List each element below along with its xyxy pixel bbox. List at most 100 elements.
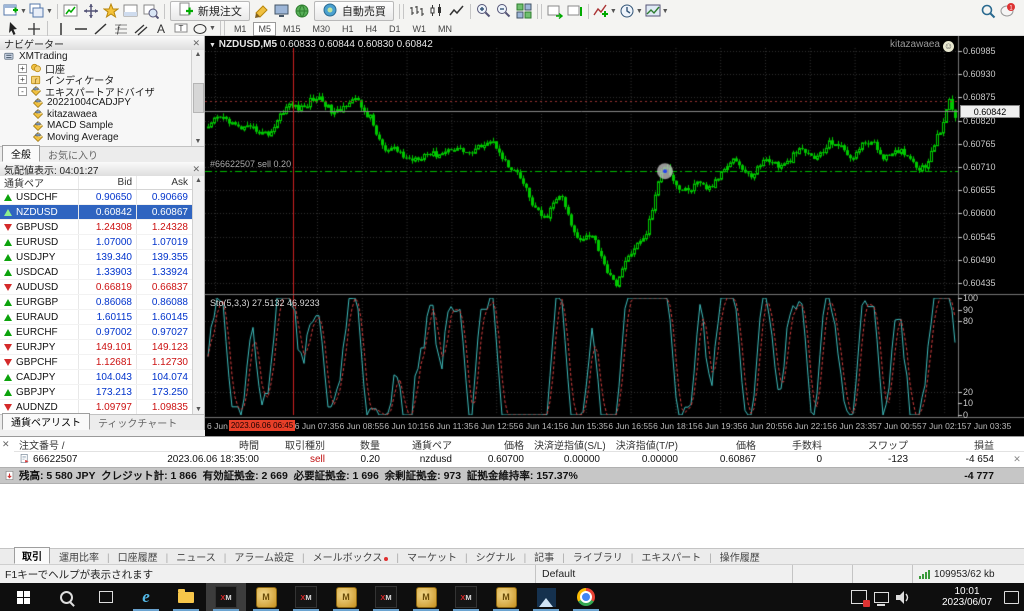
scroll-down-icon[interactable]: ▼ [195, 138, 202, 145]
collapse-icon[interactable]: - [18, 86, 27, 96]
symbol-row-usdchf[interactable]: USDCHF 0.90650 0.90669 [0, 190, 192, 205]
timeframe-m5[interactable]: M5 [253, 21, 276, 36]
navigator-icon[interactable] [102, 2, 120, 20]
cursor-icon[interactable] [5, 21, 23, 35]
symbol-row-eurusd[interactable]: EURUSD 1.07000 1.07019 [0, 235, 192, 250]
symbol-row-gbpchf[interactable]: GBPCHF 1.12681 1.12730 [0, 355, 192, 370]
line-chart-icon[interactable] [448, 2, 466, 20]
navigator-scrollbar[interactable]: ▲ ▼ [191, 50, 204, 146]
scroll-up-icon[interactable]: ▲ [195, 51, 202, 58]
indicators-icon[interactable]: ▼ [593, 2, 617, 20]
bar-chart-icon[interactable] [408, 2, 426, 20]
order-row[interactable]: 66622507 2023.06.06 18:35:00 sell 0.20 nzdus… [14, 452, 1024, 466]
timeframe-m30[interactable]: M30 [307, 22, 335, 36]
mt4-app-icon[interactable]: M [486, 583, 526, 611]
xm-app-icon[interactable]: XM [286, 583, 326, 611]
timeframe-h4[interactable]: H4 [361, 22, 383, 36]
timeframe-w1[interactable]: W1 [408, 22, 432, 36]
symbol-row-eurjpy[interactable]: EURJPY 149.101 149.123 [0, 340, 192, 355]
notifications-icon[interactable]: 1 [999, 2, 1017, 20]
expand-icon[interactable]: + [18, 63, 27, 73]
symbol-row-euraud[interactable]: EURAUD 1.60115 1.60145 [0, 310, 192, 325]
timeframe-mn[interactable]: MN [433, 22, 457, 36]
scroll-down-icon[interactable]: ▼ [195, 406, 202, 413]
market-watch-icon[interactable] [62, 2, 80, 20]
expand-icon[interactable]: + [18, 75, 27, 85]
zoom-out-icon[interactable] [495, 2, 513, 20]
terminal-icon[interactable] [122, 2, 140, 20]
chart-collapse-icon[interactable]: ▼ [209, 42, 216, 49]
zoom-in-icon[interactable] [475, 2, 493, 20]
tab-通貨ペアリスト[interactable]: 通貨ペアリスト [2, 413, 90, 430]
tab-全般[interactable]: 全般 [2, 145, 40, 162]
timeframe-m15[interactable]: M15 [278, 22, 306, 36]
symbol-row-eurchf[interactable]: EURCHF 0.97002 0.97027 [0, 325, 192, 340]
tray-volume-icon[interactable] [892, 583, 914, 611]
symbol-row-eurgbp[interactable]: EURGBP 0.86068 0.86088 [0, 295, 192, 310]
close-icon[interactable]: ✕ [192, 164, 200, 174]
tab-口座履歴[interactable]: 口座履歴 [111, 549, 165, 564]
timeframe-m1[interactable]: M1 [229, 22, 252, 36]
task-view-button[interactable] [86, 583, 126, 611]
price-chart[interactable] [205, 36, 1024, 436]
tab-アラーム設定[interactable]: アラーム設定 [227, 549, 301, 564]
community-icon[interactable] [293, 2, 311, 20]
close-position-icon[interactable]: ✕ [1010, 454, 1024, 465]
photos-app-icon[interactable] [526, 583, 566, 611]
tab-お気に入り[interactable]: お気に入り [40, 147, 106, 162]
fibonacci-icon[interactable]: f [112, 23, 130, 35]
tab-メールボックス[interactable]: メールボックス [306, 549, 396, 564]
candle-chart-icon[interactable] [428, 2, 446, 20]
mt4-app-icon[interactable]: M [246, 583, 286, 611]
trendline-icon[interactable] [92, 22, 110, 35]
symbol-row-gbpjpy[interactable]: GBPJPY 173.213 173.250 [0, 385, 192, 400]
tab-ライブラリ[interactable]: ライブラリ [566, 549, 630, 564]
symbol-row-usdcad[interactable]: USDCAD 1.33903 1.33924 [0, 265, 192, 280]
tree-item-エキスパートアドバイザ[interactable]: - エキスパートアドバイザ [0, 86, 191, 99]
tab-ティックチャート[interactable]: ティックチャート [90, 415, 185, 430]
tab-運用比率[interactable]: 運用比率 [52, 549, 106, 564]
tray-clock[interactable]: 10:01 2023/06/07 [936, 586, 998, 608]
label-icon[interactable]: T [172, 23, 190, 35]
new-order-button[interactable]: 新規注文 [169, 1, 250, 21]
tray-photos-icon[interactable] [848, 583, 870, 611]
timeframe-h1[interactable]: H1 [337, 22, 359, 36]
chart-shift-icon[interactable] [566, 2, 584, 20]
symbol-row-nzdusd[interactable]: NZDUSD 0.60842 0.60867 [0, 205, 192, 220]
tree-item-moving-average[interactable]: Moving Average [0, 132, 191, 144]
tray-network-icon[interactable] [870, 583, 892, 611]
data-window-icon[interactable] [82, 2, 100, 20]
ie-icon[interactable]: e [126, 583, 166, 611]
templates-icon[interactable]: ▼ [645, 2, 669, 20]
new-chart-icon[interactable]: ▼ [3, 2, 27, 20]
symbol-row-audusd[interactable]: AUDUSD 0.66819 0.66837 [0, 280, 192, 295]
metaeditor-icon[interactable] [253, 2, 271, 20]
xm-app-icon[interactable]: XM [206, 583, 246, 611]
scroll-up-icon[interactable]: ▲ [195, 177, 202, 184]
tab-ニュース[interactable]: ニュース [169, 549, 223, 564]
notification-center-icon[interactable] [998, 583, 1024, 611]
start-button[interactable] [0, 583, 46, 611]
periods-icon[interactable]: ▼ [619, 2, 643, 20]
tab-マーケット[interactable]: マーケット [400, 549, 464, 564]
scroll-thumb[interactable] [192, 83, 204, 113]
chart-window[interactable]: ▼ NZDUSD,M5 0.60833 0.60844 0.60830 0.60… [205, 36, 1024, 436]
tree-item-kitazawaea[interactable]: kitazawaea [0, 109, 191, 121]
symbol-row-gbpusd[interactable]: GBPUSD 1.24308 1.24328 [0, 220, 192, 235]
metaquotes-icon[interactable] [273, 2, 291, 20]
mt4-app-icon[interactable]: M [326, 583, 366, 611]
tab-エキスパート[interactable]: エキスパート [634, 549, 708, 564]
tab-記事[interactable]: 記事 [527, 549, 561, 564]
tree-item-macd-sample[interactable]: MACD Sample [0, 120, 191, 132]
tab-シグナル[interactable]: シグナル [469, 549, 523, 564]
taskbar-search[interactable] [46, 583, 86, 611]
tile-windows-icon[interactable] [515, 2, 533, 20]
search-icon[interactable] [979, 2, 997, 20]
auto-trading-button[interactable]: 自動売買 [313, 1, 394, 21]
tray-ime-indicator[interactable] [914, 583, 936, 611]
profiles-icon[interactable]: ▼ [29, 2, 53, 20]
text-icon[interactable]: A [152, 22, 170, 36]
vertical-line-icon[interactable] [52, 22, 70, 35]
strategy-tester-icon[interactable] [142, 2, 160, 20]
symbol-row-usdjpy[interactable]: USDJPY 139.340 139.355 [0, 250, 192, 265]
